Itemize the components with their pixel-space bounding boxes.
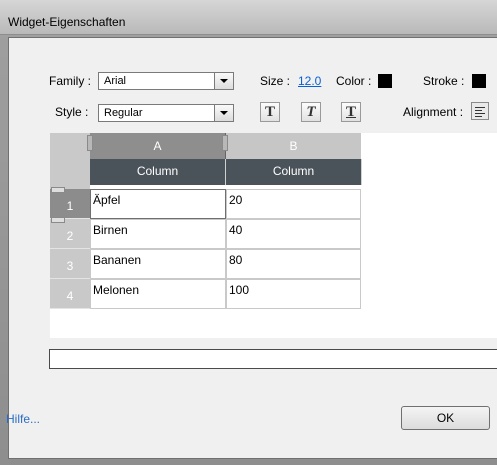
dialog-frame: Widget-Eigenschaften Family : Arial Size…: [0, 0, 497, 465]
underline-button[interactable]: T: [341, 102, 361, 122]
table-cell[interactable]: Bananen: [90, 249, 226, 279]
bold-button[interactable]: T: [260, 102, 280, 122]
row-header-4[interactable]: 4: [50, 279, 90, 309]
row-header-2[interactable]: 2: [50, 219, 90, 249]
table-cell[interactable]: Äpfel: [90, 189, 226, 219]
help-link[interactable]: Hilfe...: [6, 412, 40, 426]
size-label: Size :: [260, 74, 291, 88]
style-select[interactable]: Regular: [98, 104, 234, 122]
corner-cell: [50, 133, 90, 159]
table-cell[interactable]: 40: [226, 219, 361, 249]
align-left-icon[interactable]: [471, 102, 489, 120]
cell-edit-field[interactable]: [49, 349, 497, 369]
stroke-label: Stroke :: [423, 74, 465, 88]
stroke-swatch[interactable]: [472, 74, 486, 88]
row-resize-handle[interactable]: [51, 217, 65, 223]
table-cell[interactable]: 20: [226, 189, 361, 219]
row-header-title: [50, 159, 90, 189]
style-label: Style :: [55, 105, 89, 119]
table-cell[interactable]: 100: [226, 279, 361, 309]
dialog-body: Family : Arial Size : 12.0 Color : Strok…: [6, 37, 497, 459]
italic-button[interactable]: T: [301, 102, 321, 122]
color-label: Color :: [336, 74, 372, 88]
column-header-a[interactable]: A: [90, 133, 226, 159]
style-value: Regular: [104, 107, 143, 119]
chevron-down-icon[interactable]: [214, 105, 233, 121]
column-header-b[interactable]: B: [226, 133, 361, 159]
family-value: Arial: [104, 75, 127, 87]
column-title-b[interactable]: Column: [226, 159, 362, 185]
table-cell[interactable]: 80: [226, 249, 361, 279]
row-resize-handle[interactable]: [51, 187, 65, 193]
table-cell[interactable]: Melonen: [90, 279, 226, 309]
ok-button[interactable]: OK: [401, 406, 490, 430]
column-title-a[interactable]: Column: [90, 159, 226, 185]
window-title: Widget-Eigenschaften: [8, 15, 126, 29]
chevron-down-icon[interactable]: [214, 73, 233, 89]
family-select[interactable]: Arial: [98, 72, 234, 90]
alignment-label: Alignment :: [403, 105, 464, 119]
row-header-3[interactable]: 3: [50, 249, 90, 279]
column-resize-handle[interactable]: [87, 135, 93, 151]
column-resize-handle[interactable]: [222, 135, 228, 151]
table-cell[interactable]: Birnen: [90, 219, 226, 249]
table-editor: A B Column Column 1 2 3 4 Äpfel 20 Birne…: [50, 133, 497, 338]
size-value-link[interactable]: 12.0: [298, 74, 321, 88]
family-label: Family :: [49, 74, 91, 88]
color-swatch[interactable]: [378, 74, 392, 88]
title-bar: Widget-Eigenschaften: [0, 0, 497, 35]
row-header-1[interactable]: 1: [50, 189, 90, 219]
